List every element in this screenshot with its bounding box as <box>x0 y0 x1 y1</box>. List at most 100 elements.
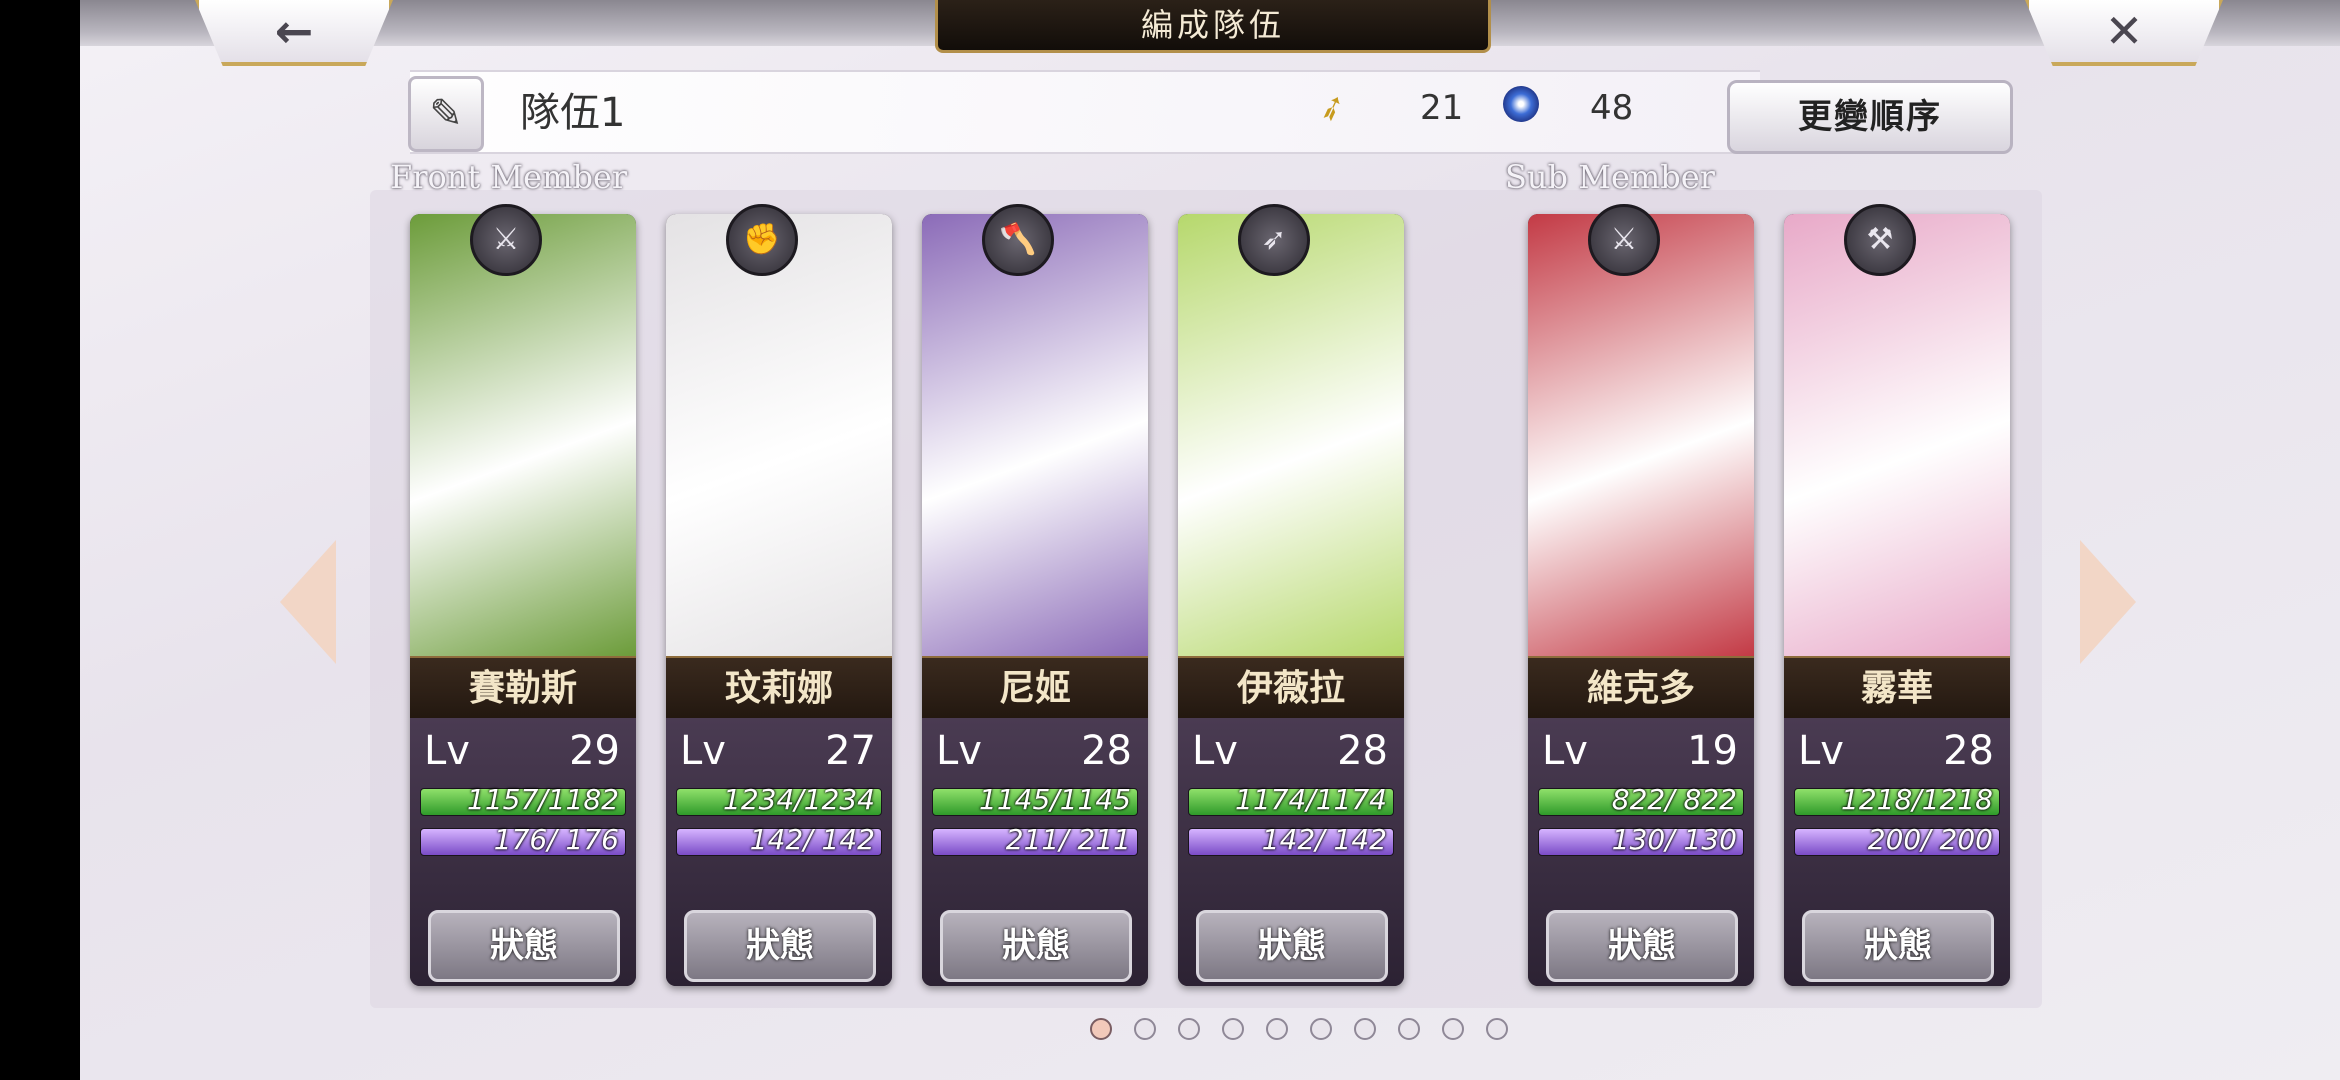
page-dot[interactable] <box>1090 1018 1112 1040</box>
member-stats: Lv 28 1218/1218 200/ 200 狀態 <box>1784 718 2010 986</box>
mp-text: 211/ 211 <box>1005 823 1131 856</box>
fist-icon: ✊ <box>726 204 798 276</box>
member-stats: Lv 28 1145/1145 211/ 211 狀態 <box>922 718 1148 986</box>
hp-bar: 1145/1145 <box>932 783 1138 816</box>
page-dot[interactable] <box>1178 1018 1200 1040</box>
hp-text: 1145/1145 <box>979 783 1131 816</box>
level-value: 28 <box>1081 728 1132 774</box>
level-label: Lv <box>1542 728 1588 774</box>
status-button[interactable]: 狀態 <box>940 910 1132 982</box>
character-portrait <box>1178 214 1404 656</box>
back-button[interactable]: ← <box>195 0 393 66</box>
hp-bar: 1174/1174 <box>1188 783 1394 816</box>
level-row: Lv 27 <box>680 728 880 774</box>
member-stats: Lv 29 1157/1182 176/ 176 狀態 <box>410 718 636 986</box>
spear-icon: ➶ <box>1238 204 1310 276</box>
member-stats: Lv 19 822/ 822 130/ 130 狀態 <box>1528 718 1754 986</box>
status-button[interactable]: 狀態 <box>684 910 876 982</box>
change-order-button[interactable]: 更變順序 <box>1727 80 2013 154</box>
page-dot[interactable] <box>1134 1018 1156 1040</box>
member-name: 賽勒斯 <box>410 656 636 720</box>
character-portrait <box>410 214 636 656</box>
member-stats: Lv 28 1174/1174 142/ 142 狀態 <box>1178 718 1404 986</box>
mp-bar: 176/ 176 <box>420 823 626 856</box>
character-portrait <box>1528 214 1754 656</box>
back-arrow-icon: ← <box>274 4 314 58</box>
front-member-label: Front Member <box>390 158 628 196</box>
level-label: Lv <box>680 728 726 774</box>
page-dot[interactable] <box>1266 1018 1288 1040</box>
level-label: Lv <box>936 728 982 774</box>
level-label: Lv <box>1798 728 1844 774</box>
member-card[interactable]: 賽勒斯 Lv 29 1157/1182 176/ 176 狀態 <box>410 214 636 986</box>
page-dot[interactable] <box>1486 1018 1508 1040</box>
hp-text: 822/ 822 <box>1611 783 1737 816</box>
mp-bar: 211/ 211 <box>932 823 1138 856</box>
page-dot[interactable] <box>1354 1018 1376 1040</box>
hp-text: 1157/1182 <box>467 783 619 816</box>
mp-text: 142/ 142 <box>1261 823 1387 856</box>
mp-text: 200/ 200 <box>1867 823 1993 856</box>
hammer-icon: ⚒ <box>1844 204 1916 276</box>
hp-bar: 1218/1218 <box>1794 783 2000 816</box>
member-card[interactable]: 霧華 Lv 28 1218/1218 200/ 200 狀態 <box>1784 214 2010 986</box>
pagination-dots <box>1090 1018 1508 1040</box>
member-card[interactable]: 伊薇拉 Lv 28 1174/1174 142/ 142 狀態 <box>1178 214 1404 986</box>
mp-text: 130/ 130 <box>1611 823 1737 856</box>
pencil-icon: ✎ <box>429 91 463 137</box>
level-value: 27 <box>825 728 876 774</box>
level-label: Lv <box>1192 728 1238 774</box>
character-portrait <box>666 214 892 656</box>
mp-bar: 142/ 142 <box>676 823 882 856</box>
team-formation-screen: ← 編成隊伍 ✕ ✎ 隊伍1 ➶ 21 48 更變順序 Front Member… <box>80 0 2340 1080</box>
page-title: 編成隊伍 <box>935 0 1491 53</box>
member-name: 霧華 <box>1784 656 2010 720</box>
hp-bar: 822/ 822 <box>1538 783 1744 816</box>
level-row: Lv 28 <box>1192 728 1392 774</box>
status-button[interactable]: 狀態 <box>1802 910 1994 982</box>
member-name: 伊薇拉 <box>1178 656 1404 720</box>
page-dot[interactable] <box>1398 1018 1420 1040</box>
level-value: 19 <box>1687 728 1738 774</box>
close-icon: ✕ <box>2104 4 2144 58</box>
sword-icon: ⚔ <box>1588 204 1660 276</box>
character-portrait <box>1784 214 2010 656</box>
sub-member-label: Sub Member <box>1505 158 1715 196</box>
level-row: Lv 28 <box>936 728 1136 774</box>
level-label: Lv <box>424 728 470 774</box>
level-row: Lv 28 <box>1798 728 1998 774</box>
level-row: Lv 29 <box>424 728 624 774</box>
hp-text: 1234/1234 <box>723 783 875 816</box>
member-card[interactable]: 玟莉娜 Lv 27 1234/1234 142/ 142 狀態 <box>666 214 892 986</box>
edit-team-name-button[interactable]: ✎ <box>408 76 484 152</box>
character-portrait <box>922 214 1148 656</box>
status-button[interactable]: 狀態 <box>428 910 620 982</box>
member-name: 維克多 <box>1528 656 1754 720</box>
next-page-arrow[interactable] <box>2080 540 2136 664</box>
wings-value: 21 <box>1420 88 1464 128</box>
member-name: 玟莉娜 <box>666 656 892 720</box>
previous-page-arrow[interactable] <box>280 540 336 664</box>
sword-icon: ⚔ <box>470 204 542 276</box>
team-name: 隊伍1 <box>520 90 626 136</box>
member-name: 尼姬 <box>922 656 1148 720</box>
mp-text: 142/ 142 <box>749 823 875 856</box>
member-stats: Lv 27 1234/1234 142/ 142 狀態 <box>666 718 892 986</box>
page-dot[interactable] <box>1442 1018 1464 1040</box>
hp-text: 1174/1174 <box>1235 783 1387 816</box>
level-value: 28 <box>1943 728 1994 774</box>
page-dot[interactable] <box>1310 1018 1332 1040</box>
close-button[interactable]: ✕ <box>2025 0 2223 66</box>
axe-icon: 🪓 <box>982 204 1054 276</box>
hp-bar: 1234/1234 <box>676 783 882 816</box>
member-card[interactable]: 尼姬 Lv 28 1145/1145 211/ 211 狀態 <box>922 214 1148 986</box>
status-button[interactable]: 狀態 <box>1546 910 1738 982</box>
mp-bar: 142/ 142 <box>1188 823 1394 856</box>
level-value: 28 <box>1337 728 1388 774</box>
status-button[interactable]: 狀態 <box>1196 910 1388 982</box>
mp-bar: 200/ 200 <box>1794 823 2000 856</box>
mp-bar: 130/ 130 <box>1538 823 1744 856</box>
orb-icon <box>1503 86 1539 122</box>
member-card[interactable]: 維克多 Lv 19 822/ 822 130/ 130 狀態 <box>1528 214 1754 986</box>
page-dot[interactable] <box>1222 1018 1244 1040</box>
